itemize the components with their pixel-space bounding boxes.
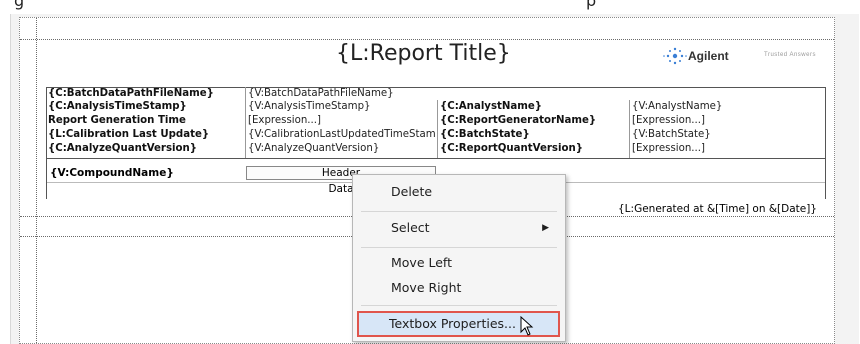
mouse-pointer-icon [520,316,534,336]
table-left-border [46,87,47,199]
menu-item-label: Move Right [391,280,462,295]
menu-item-label: Select [391,220,430,235]
submenu-arrow-icon: ▶ [542,223,549,233]
menu-item-label: Textbox Properties... [389,316,516,331]
field-label[interactable]: {C:BatchState} [440,129,630,142]
heading-fragment: g [14,0,25,10]
footer-generated-text[interactable]: {L:Generated at &[Time] on &[Date]} [618,203,817,215]
field-label[interactable]: {L:Calibration Last Update} [48,129,244,142]
field-value[interactable]: [Expression...] [632,115,822,128]
field-label[interactable]: {C:AnalyzeQuantVersion} [48,143,244,156]
heading-fragment: p [586,0,597,10]
field-label[interactable]: {C:AnalystName} [440,101,630,114]
field-value[interactable]: {V:AnalystName} [632,101,822,114]
left-margin-guide [36,18,37,343]
report-title[interactable]: {L:Report Title} [336,41,511,66]
menu-separator [361,211,557,212]
menu-item-move-left[interactable]: Move Left [361,251,557,275]
menu-item-delete[interactable]: Delete [361,180,557,204]
top-margin-guide [20,39,834,40]
field-value[interactable]: {V:AnalyzeQuantVersion} [248,143,438,156]
field-value[interactable]: {V:BatchState} [632,129,822,142]
menu-separator [361,247,557,248]
agilent-logo-text: Agilent [688,49,729,63]
menu-item-label: Move Left [391,255,453,270]
field-value[interactable]: [Expression...] [248,115,438,128]
compound-name-field[interactable]: {V:CompoundName} [50,167,174,179]
field-value[interactable]: {V:BatchDataPathFileName} [248,88,438,101]
agilent-spark-icon [663,47,687,65]
field-label[interactable]: {C:ReportGeneratorName} [440,115,630,128]
menu-item-move-right[interactable]: Move Right [361,276,557,300]
agilent-tagline: Trusted Answers [764,52,816,58]
table-right-border [825,87,826,199]
menu-item-select[interactable]: Select ▶ [361,216,557,240]
table-bottom-border [46,158,826,159]
field-label[interactable]: {C:ReportQuantVersion} [440,143,630,156]
field-value[interactable]: {V:AnalysisTimeStamp} [248,101,438,114]
top-strip: g p [0,0,860,14]
column-divider [245,87,246,158]
field-value[interactable]: {V:CalibrationLastUpdatedTimeStam [248,129,438,142]
field-label[interactable]: Report Generation Time [48,115,244,128]
menu-separator [361,305,557,306]
field-value[interactable]: [Expression...] [632,143,822,156]
field-label[interactable]: {C:AnalysisTimeStamp} [48,101,244,114]
field-label[interactable]: {C:BatchDataPathFileName} [48,88,244,101]
menu-item-label: Delete [391,184,433,199]
